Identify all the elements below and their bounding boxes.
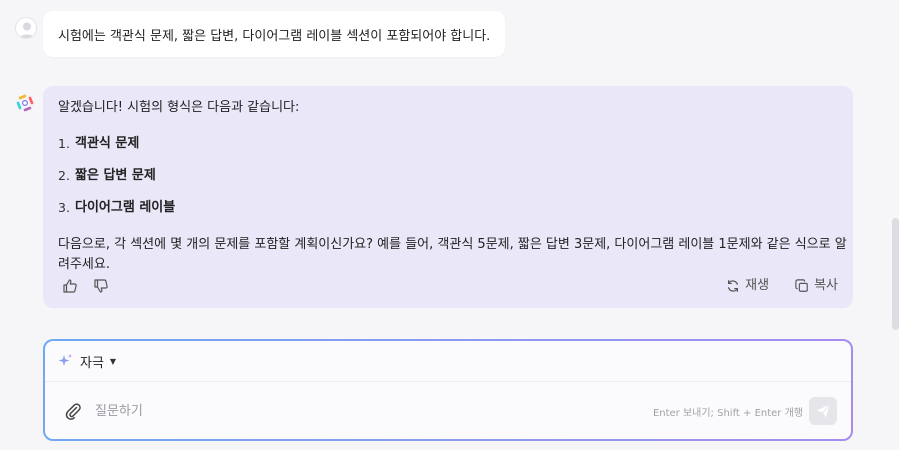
copy-icon xyxy=(795,279,808,292)
copy-label: 복사 xyxy=(814,278,838,293)
input-row: Enter 보내기; Shift + Enter 개행 xyxy=(45,383,851,439)
ai-message-outro: 다음으로, 각 섹션에 몇 개의 문제를 포함할 계획이신가요? 예를 들어, … xyxy=(58,237,847,272)
chat-composer: 자극 ▼ Enter 보내기; Shift + Enter 개행 xyxy=(43,339,853,441)
list-item-number: 3. xyxy=(58,200,70,215)
paperclip-icon xyxy=(65,403,81,420)
regenerate-button[interactable]: 재생 xyxy=(726,274,769,298)
list-item-text: 객관식 문제 xyxy=(75,136,140,151)
list-item-number: 1. xyxy=(58,136,70,151)
thumbs-up-icon xyxy=(63,279,77,293)
like-button[interactable] xyxy=(58,274,82,298)
scrollbar-thumb[interactable] xyxy=(892,218,899,330)
user-avatar-icon xyxy=(15,17,37,39)
thumbs-down-icon xyxy=(94,279,108,293)
list-item-text: 짧은 답변 문제 xyxy=(75,168,156,183)
list-item-number: 2. xyxy=(58,168,70,183)
ai-message-bubble: 알겠습니다! 시험의 형식은 다음과 같습니다: 1. 객관식 문제 2. 짧은… xyxy=(43,86,853,308)
regenerate-label: 재생 xyxy=(745,278,770,293)
user-message-row: 시험에는 객관식 문제, 짧은 답변, 다이어그램 레이블 섹션이 포함되어야 … xyxy=(0,0,899,70)
list-item: 2. 짧은 답변 문제 xyxy=(58,160,838,192)
list-item: 3. 다이어그램 레이블 xyxy=(58,192,838,224)
list-item-text: 다이어그램 레이블 xyxy=(75,200,176,215)
mode-row: 자극 ▼ xyxy=(45,341,851,382)
keyboard-hint: Enter 보내기; Shift + Enter 개행 xyxy=(652,407,803,419)
mode-dropdown[interactable]: 자극 ▼ xyxy=(57,352,116,371)
ai-message-list: 1. 객관식 문제 2. 짧은 답변 문제 3. 다이어그램 레이블 xyxy=(58,128,838,224)
ai-message-intro: 알겠습니다! 시험의 형식은 다음과 같습니다: xyxy=(58,100,300,115)
dislike-button[interactable] xyxy=(89,274,113,298)
attach-button[interactable] xyxy=(61,399,85,423)
ai-message-actions: 재생 복사 xyxy=(58,274,838,298)
send-icon xyxy=(816,404,830,418)
list-item: 1. 객관식 문제 xyxy=(58,128,838,160)
user-message-bubble: 시험에는 객관식 문제, 짧은 답변, 다이어그램 레이블 섹션이 포함되어야 … xyxy=(43,11,506,57)
composer-inner: 자극 ▼ Enter 보내기; Shift + Enter 개행 xyxy=(45,341,851,439)
user-message-text: 시험에는 객관식 문제, 짧은 답변, 다이어그램 레이블 섹션이 포함되어야 … xyxy=(58,28,491,44)
send-button[interactable] xyxy=(809,397,837,425)
mode-label: 자극 xyxy=(80,355,104,371)
copy-button[interactable]: 복사 xyxy=(795,274,838,298)
chat-input[interactable] xyxy=(95,396,653,426)
ai-logo-icon xyxy=(15,93,35,113)
caret-down-icon: ▼ xyxy=(109,356,117,366)
refresh-icon xyxy=(728,280,739,292)
sparkle-icon xyxy=(58,354,72,366)
